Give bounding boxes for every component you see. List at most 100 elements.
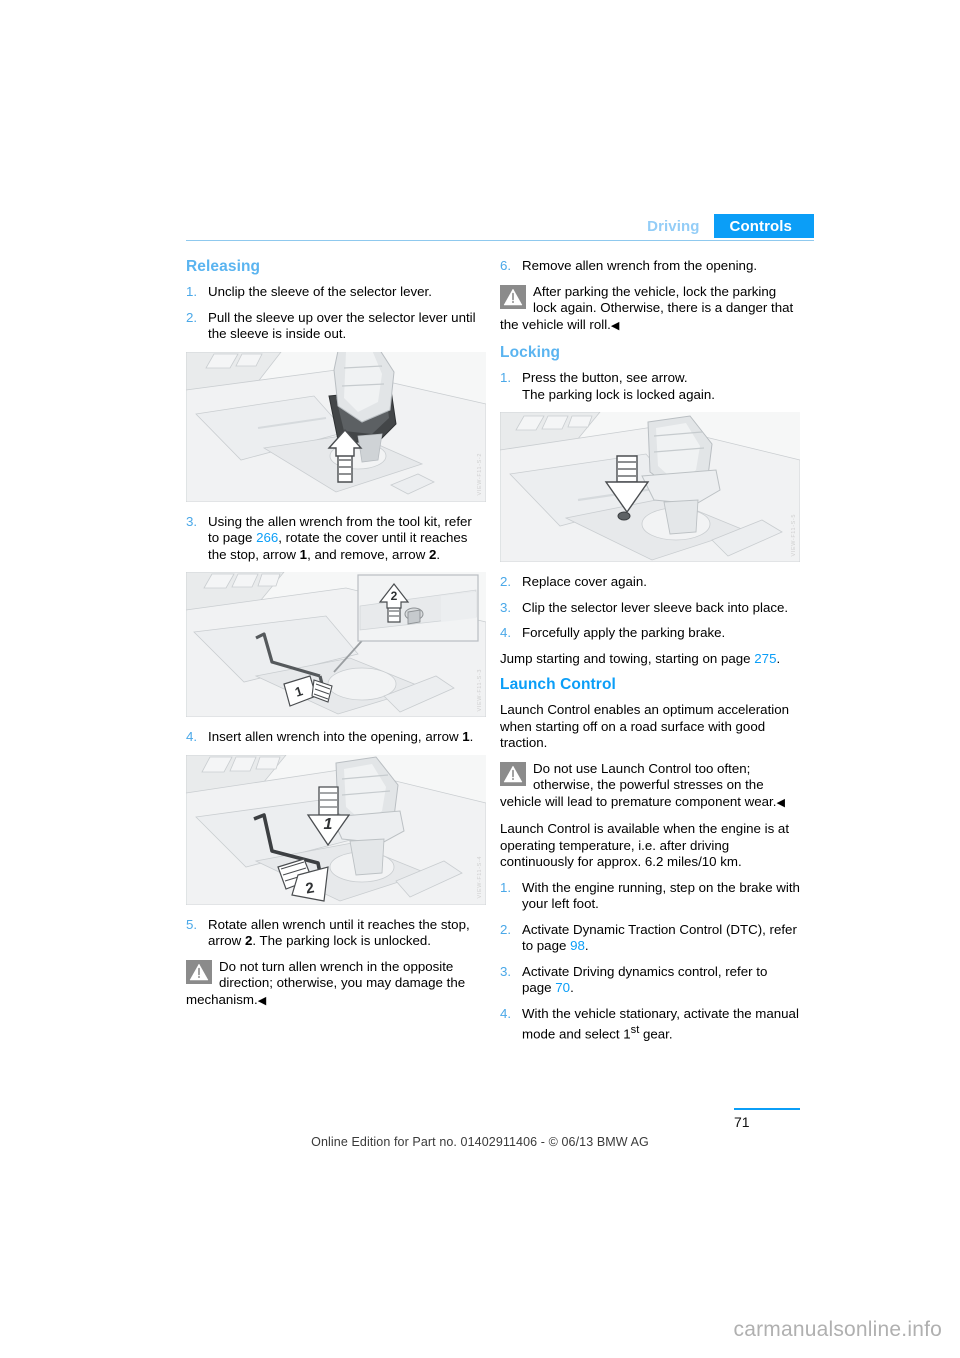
step-text: With the engine running, step on the bra… [522, 879, 800, 912]
svg-text:2: 2 [391, 589, 398, 603]
step-number: 3. [186, 513, 198, 529]
jump-start-part1: Jump starting and towing, starting on pa… [500, 650, 755, 666]
locking-steps-after: 2. Replace cover again. 3. Clip the sele… [500, 574, 800, 642]
step4-part1: Insert allen wrench into the opening, ar… [208, 729, 463, 744]
end-mark: ◀ [610, 319, 620, 332]
step-number: 2. [500, 574, 512, 589]
inset-detail: 2 [357, 574, 479, 642]
step-text-post: . [584, 938, 589, 953]
heading-releasing: Releasing [186, 258, 261, 275]
page-number-rule [734, 1108, 800, 1110]
list-item: 4. Forcefully apply the parking brake. [500, 625, 800, 642]
step-number: 5. [186, 916, 198, 932]
jump-starting-note: Jump starting and towing, starting on pa… [500, 651, 800, 668]
step-text-post: . [570, 980, 574, 995]
list-item: 3. Activate Driving dynamics control, re… [500, 964, 800, 997]
end-mark: ◀ [776, 796, 785, 809]
step-text: Clip the selector lever sleeve back into… [522, 599, 789, 615]
end-mark: ◀ [257, 994, 267, 1007]
tab-driving[interactable]: Driving [637, 214, 714, 238]
warning-text: After parking the vehicle, lock the park… [500, 283, 794, 332]
step-text: Press the button, see arrow. The parking… [522, 370, 715, 402]
step-text: Rotate allen wrench until it reaches the… [208, 917, 486, 950]
step3-part3: , and remove, arrow [307, 546, 430, 562]
step3-part4: . [436, 546, 441, 562]
step-number: 4. [500, 1005, 512, 1021]
step-number: 4. [186, 729, 198, 744]
page-reference-70[interactable]: 70 [555, 980, 570, 995]
header-tabs: Driving Controls [637, 214, 814, 238]
step-text: Using the allen wrench from the tool kit… [208, 514, 486, 564]
page-reference-275[interactable]: 275 [754, 651, 776, 666]
list-item-step3: 3. Using the allen wrench from the tool … [186, 514, 486, 564]
page-number-block: 71 [734, 1108, 814, 1130]
heading-launch-control: Launch Control [500, 676, 616, 693]
figure-watermark: VIEW-F11-S-2 [477, 453, 483, 496]
warning-note-allen-wrench: Do not turn allen wrench in the opposite… [186, 959, 486, 1010]
ordinal-suffix: st [630, 1024, 640, 1036]
step-text: Forcefully apply the parking brake. [522, 625, 726, 640]
warning-text: Do not turn allen wrench in the opposite… [186, 958, 466, 1007]
edition-footer: Online Edition for Part no. 01402911406 … [311, 1135, 649, 1149]
manual-page: Driving Controls Releasing 1. Unclip the… [0, 0, 960, 1358]
arrow-label-1: 1 [299, 546, 308, 562]
right-column: 6. Remove allen wrench from the opening.… [500, 258, 800, 1052]
list-item: 1. Unclip the sleeve of the selector lev… [186, 284, 486, 301]
warning-triangle-icon [500, 284, 526, 309]
step-number: 6. [500, 258, 512, 273]
figure-1-illustration [186, 351, 486, 502]
launch-control-intro: Launch Control enables an optimum accele… [500, 702, 790, 750]
list-item-step4: 4. Insert allen wrench into the opening,… [186, 729, 486, 746]
warning-triangle-glyph [189, 962, 209, 980]
page-reference-266[interactable]: 266 [256, 530, 278, 545]
step-text: With the vehicle stationary, activate th… [522, 1006, 800, 1043]
warning-triangle-glyph [503, 764, 523, 782]
warning-note-parking-lock: After parking the vehicle, lock the park… [500, 284, 800, 335]
list-item: 1. With the engine running, step on the … [500, 880, 800, 913]
warning-note-launch-control: Do not use Launch Control too often; oth… [500, 761, 800, 812]
step-text-pre: Activate Dynamic Traction Control (DTC),… [522, 921, 797, 954]
step-text-post: gear. [639, 1026, 673, 1042]
figure-3-illustration: 1 2 [186, 754, 486, 905]
warning-triangle-glyph [503, 287, 523, 305]
header-divider [186, 240, 814, 241]
jump-start-part2: . [776, 650, 781, 666]
list-item: 2. Pull the sleeve up over the selector … [186, 310, 486, 343]
left-column: Releasing 1. Unclip the sleeve of the se… [186, 258, 486, 1019]
site-watermark: carmanualsonline.info [733, 1318, 942, 1341]
list-item: 1. Press the button, see arrow. The park… [500, 370, 800, 403]
figure-watermark: VIEW-F11-S-3 [477, 668, 483, 711]
list-item-step6: 6. Remove allen wrench from the opening. [500, 258, 800, 275]
list-item: 4. With the vehicle stationary, activate… [500, 1006, 800, 1043]
figure-watermark: VIEW-F11-S-4 [477, 856, 483, 899]
figure-4-illustration [500, 412, 800, 562]
list-item: 3. Clip the selector lever sleeve back i… [500, 600, 800, 617]
step-number: 2. [500, 921, 512, 937]
step-text: Insert allen wrench into the opening, ar… [208, 729, 486, 746]
figure-press-button: VIEW-F11-S-5 [500, 412, 800, 562]
page-header: Driving Controls [186, 214, 814, 242]
step-number: 3. [500, 599, 512, 615]
step-text: Pull the sleeve up over the selector lev… [208, 309, 476, 342]
step4-part2: . [469, 729, 474, 744]
page-number: 71 [734, 1114, 750, 1130]
list-item: 2. Activate Dynamic Traction Control (DT… [500, 922, 800, 955]
warning-text: Do not use Launch Control too often; oth… [500, 760, 777, 809]
step5-part2: . The parking lock is unlocked. [252, 933, 431, 948]
step-text: Replace cover again. [522, 574, 647, 589]
figure-selector-lever-sleeve: VIEW-F11-S-2 [186, 351, 486, 502]
figure-allen-wrench-insert: 1 2 VIEW-F11-S-4 [186, 754, 486, 905]
launch-control-availability: Launch Control is available when the eng… [500, 821, 790, 869]
warning-triangle-icon [500, 761, 526, 786]
page-reference-98[interactable]: 98 [570, 938, 585, 953]
figure-watermark: VIEW-F11-S-5 [791, 513, 797, 556]
step-number: 1. [500, 879, 512, 895]
warning-triangle-icon [186, 959, 212, 984]
step-number: 3. [500, 963, 512, 979]
step-text: Activate Driving dynamics control, refer… [522, 964, 800, 997]
tab-controls[interactable]: Controls [713, 214, 814, 238]
step-text: Remove allen wrench from the opening. [522, 258, 758, 273]
heading-locking: Locking [500, 344, 561, 361]
figure-2-illustration: 1 2 [186, 572, 486, 717]
step-text: Unclip the sleeve of the selector lever. [208, 284, 432, 299]
